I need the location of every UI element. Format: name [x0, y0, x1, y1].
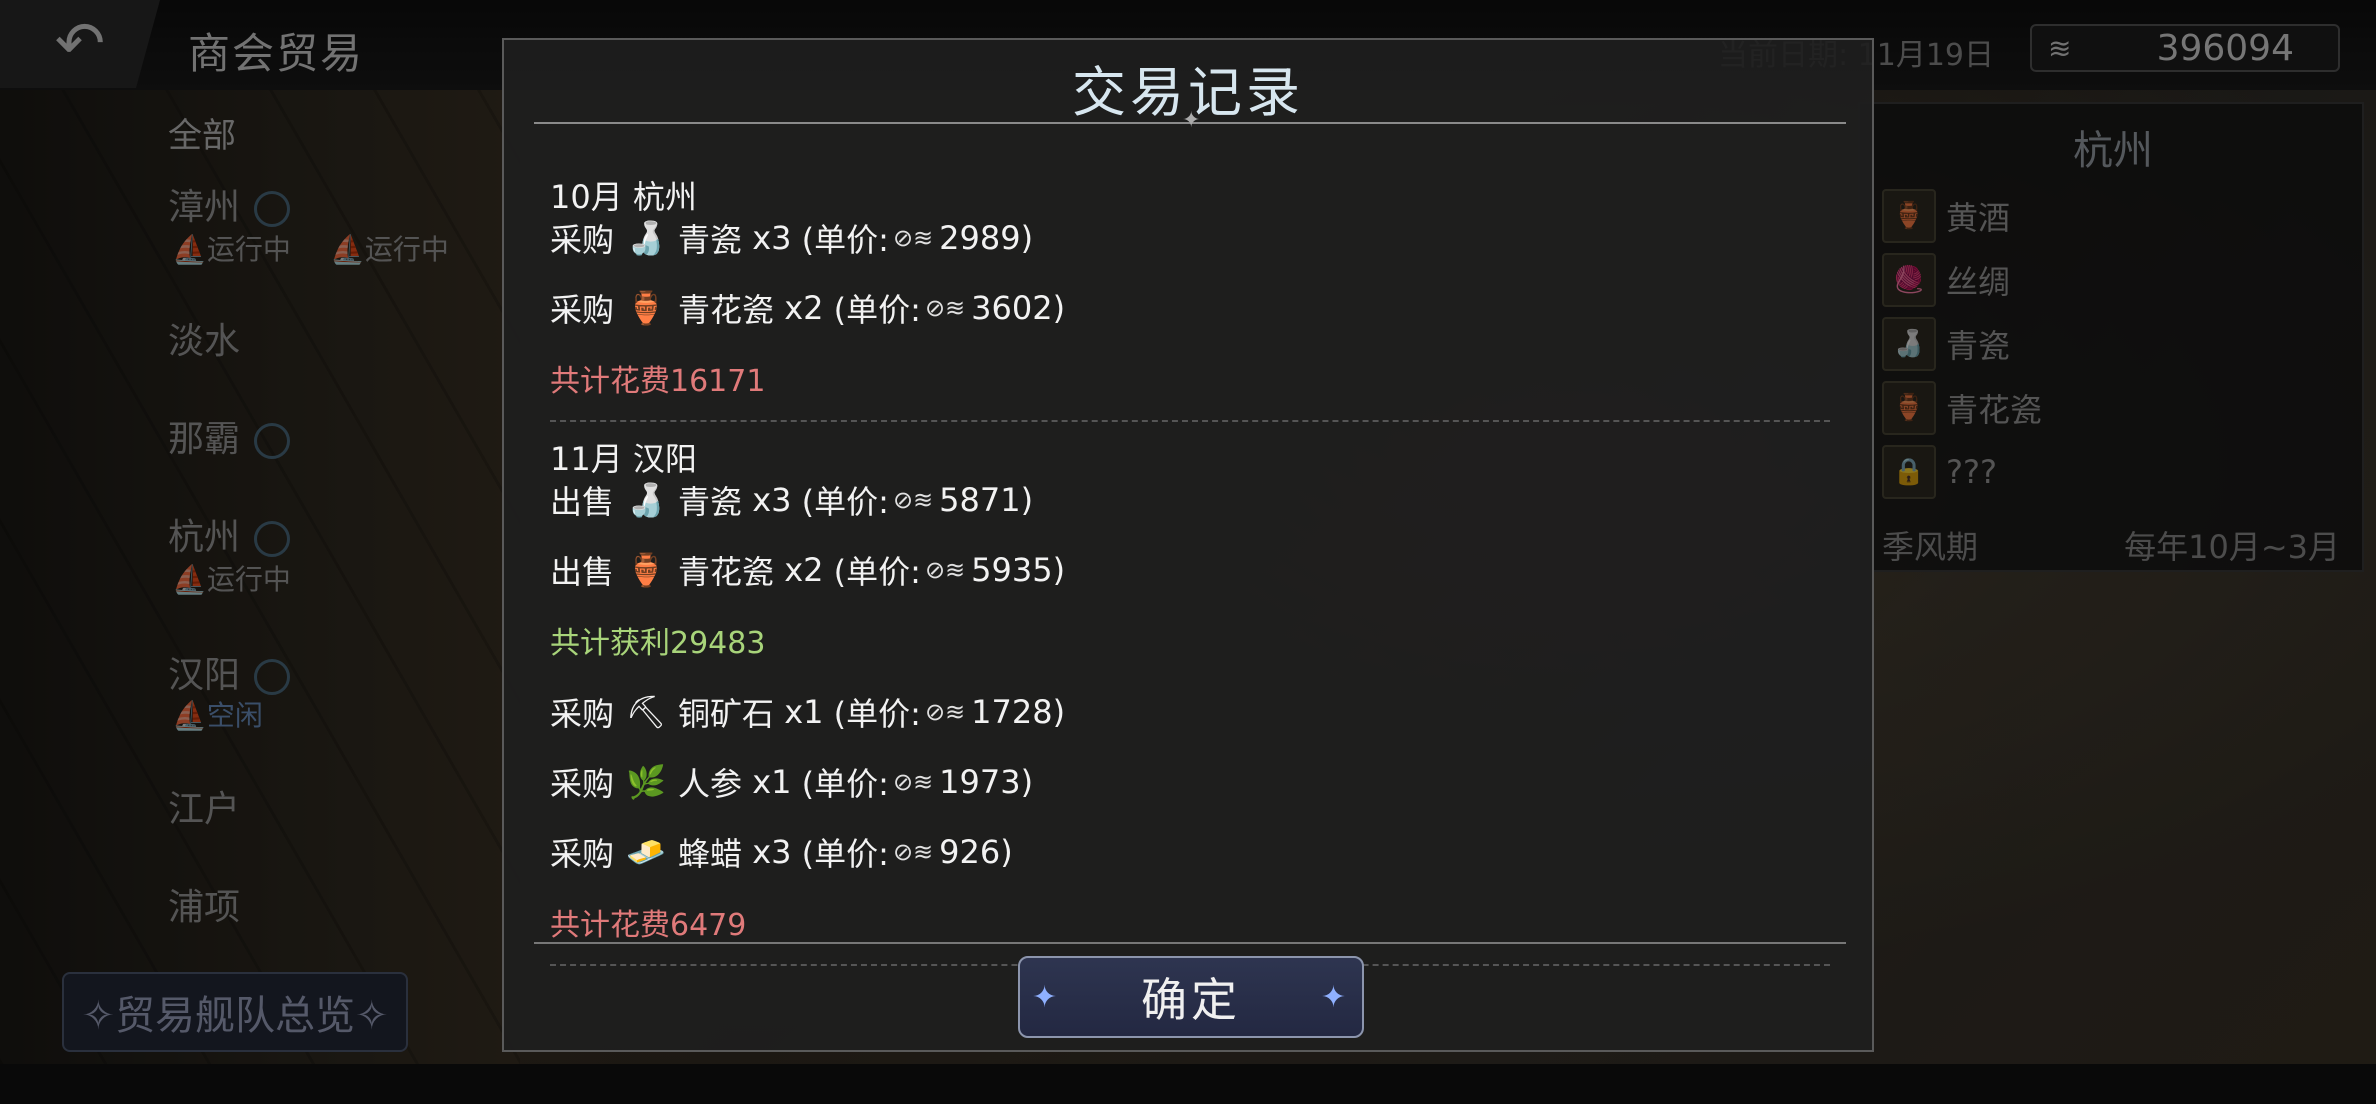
unit-price: 5871)	[939, 481, 1034, 519]
record-line: 出售 🍶 青瓷 x3 (单价: ⊘≋ 5871)	[550, 476, 1033, 524]
action: 出售	[550, 553, 615, 591]
copper-ore-icon: ⛏	[625, 693, 667, 731]
coin-icon: ⊘≋	[924, 698, 966, 726]
record-line: 采购 🌿 人参 x1 (单价: ⊘≋ 1973)	[550, 758, 1033, 806]
total-spend: 共计花费16171	[550, 364, 766, 399]
action: 采购	[550, 765, 615, 803]
item-qty: x2	[784, 551, 824, 589]
bottom-divider	[534, 942, 1846, 944]
record-line: 采购 🍶 青瓷 x3 (单价: ⊘≋ 2989)	[550, 214, 1033, 262]
celadon-icon: 🍶	[626, 219, 666, 257]
coin-icon: ⊘≋	[892, 768, 934, 796]
porcelain-icon: 🏺	[626, 289, 666, 327]
item-name: 蜂蜡	[678, 835, 743, 873]
action: 采购	[550, 695, 615, 733]
coin-icon: ⊘≋	[892, 838, 934, 866]
total-profit: 共计获利29483	[550, 626, 766, 661]
sparkle-icon: ✦	[1320, 980, 1350, 1015]
item-qty: x2	[784, 289, 824, 327]
item-name: 青花瓷	[678, 553, 775, 591]
item-qty: x1	[752, 763, 792, 801]
coin-icon: ⊘≋	[924, 556, 966, 584]
unit-price: 2989)	[939, 219, 1034, 257]
unit-price: 1728)	[971, 693, 1066, 731]
item-qty: x3	[752, 833, 792, 871]
record-group-header: 11月 汉阳	[550, 440, 697, 478]
coin-icon: ⊘≋	[892, 224, 934, 252]
price-prefix: (单价:	[801, 835, 889, 873]
item-name: 青瓷	[678, 483, 743, 521]
record-line: 采购 ⛏ 铜矿石 x1 (单价: ⊘≋ 1728)	[550, 688, 1065, 736]
price-prefix: (单价:	[833, 553, 921, 591]
item-qty: x3	[752, 219, 792, 257]
price-prefix: (单价:	[833, 695, 921, 733]
item-name: 青瓷	[678, 221, 743, 259]
trade-record-dialog: 交易记录 10月 杭州 采购 🍶 青瓷 x3 (单价: ⊘≋ 2989) 采购 …	[502, 38, 1874, 1052]
celadon-icon: 🍶	[626, 481, 666, 519]
item-name: 青花瓷	[678, 291, 775, 329]
confirm-label: 确定	[1141, 973, 1241, 1027]
item-name: 人参	[678, 765, 743, 803]
record-group-header: 10月 杭州	[550, 178, 697, 216]
action: 采购	[550, 221, 615, 259]
unit-price: 1973)	[939, 763, 1034, 801]
record-line: 采购 🏺 青花瓷 x2 (单价: ⊘≋ 3602)	[550, 284, 1065, 332]
ginseng-icon: 🌿	[626, 763, 666, 801]
coin-icon: ⊘≋	[892, 486, 934, 514]
price-prefix: (单价:	[801, 483, 889, 521]
item-qty: x3	[752, 481, 792, 519]
action: 采购	[550, 835, 615, 873]
record-line: 采购 🧈 蜂蜡 x3 (单价: ⊘≋ 926)	[550, 828, 1013, 876]
unit-price: 5935)	[971, 551, 1066, 589]
coin-icon: ⊘≋	[924, 294, 966, 322]
item-name: 铜矿石	[678, 695, 775, 733]
unit-price: 3602)	[971, 289, 1066, 327]
sparkle-icon: ✦	[1032, 980, 1062, 1015]
title-divider	[534, 108, 1846, 133]
action: 采购	[550, 291, 615, 329]
price-prefix: (单价:	[833, 291, 921, 329]
price-prefix: (单价:	[801, 765, 889, 803]
beeswax-icon: 🧈	[626, 833, 666, 871]
record-line: 出售 🏺 青花瓷 x2 (单价: ⊘≋ 5935)	[550, 546, 1065, 594]
item-qty: x1	[784, 693, 824, 731]
total-spend: 共计花费6479	[550, 908, 747, 943]
confirm-button[interactable]: ✦ 确定 ✦	[1018, 956, 1364, 1038]
price-prefix: (单价:	[801, 221, 889, 259]
unit-price: 926)	[939, 833, 1013, 871]
action: 出售	[550, 483, 615, 521]
group-divider	[550, 420, 1830, 422]
porcelain-icon: 🏺	[626, 551, 666, 589]
